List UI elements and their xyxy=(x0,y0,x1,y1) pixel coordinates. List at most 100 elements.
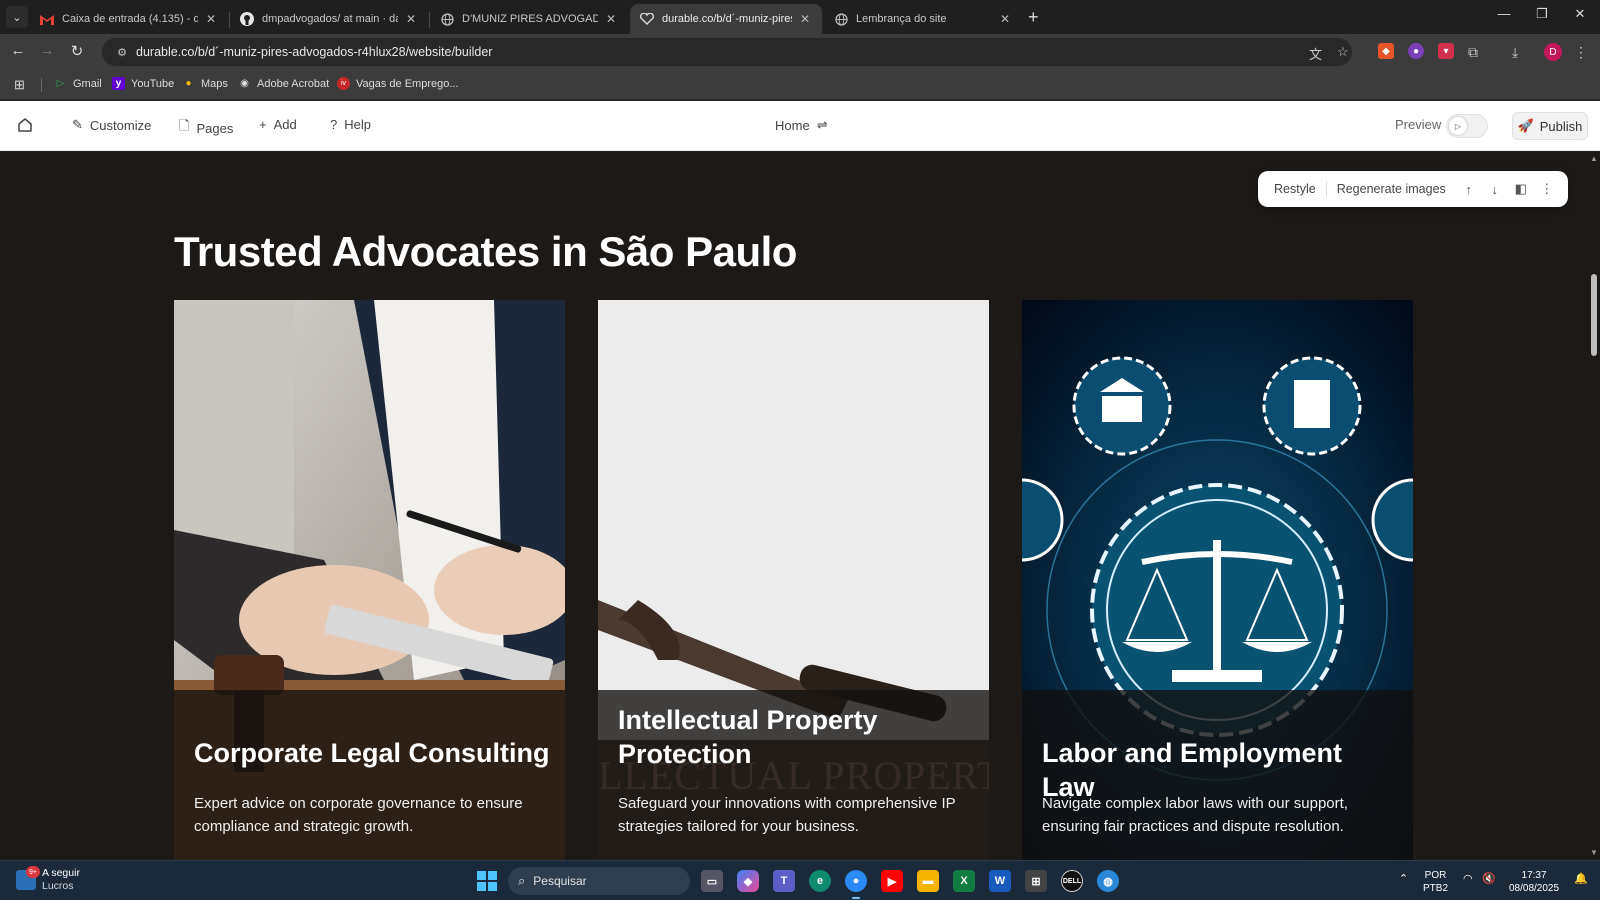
service-card[interactable]: Labor and Employment Law Navigate comple… xyxy=(1022,300,1413,860)
builder-toolbar: ✎ Customize 🗋 Pages + Add ? Help Home ⇌ … xyxy=(0,101,1600,151)
stock-chart-icon: 9+ xyxy=(16,866,40,890)
bookmark-acrobat[interactable]: ◉ Adobe Acrobat xyxy=(238,77,329,90)
service-card[interactable]: Corporate Legal Consulting Expert advice… xyxy=(174,300,565,860)
durable-icon xyxy=(640,12,654,26)
pencil-icon: ✎ xyxy=(72,117,83,132)
preview-toggle[interactable]: ▷ xyxy=(1446,114,1488,138)
back-arrow-icon[interactable]: ← xyxy=(8,42,28,59)
tab-search-icon[interactable]: ⌄ xyxy=(6,6,28,28)
layout-panel-icon[interactable]: ◧ xyxy=(1508,181,1534,197)
customize-button[interactable]: ✎ Customize xyxy=(72,117,151,133)
tab-github[interactable]: dmpadvogados/ at main · dann ✕ xyxy=(230,4,428,34)
wifi-icon[interactable]: ◠ xyxy=(1463,873,1473,886)
bookmark-youtube[interactable]: y YouTube xyxy=(112,77,174,90)
clock[interactable]: 17:37 08/08/2025 xyxy=(1509,869,1559,895)
regenerate-images-button[interactable]: Regenerate images xyxy=(1327,182,1456,196)
question-icon: ? xyxy=(330,117,338,132)
volume-muted-icon[interactable]: 🔇 xyxy=(1482,873,1496,886)
browser-globe-icon[interactable]: ◍ xyxy=(1097,870,1119,892)
tray-chevron-icon[interactable]: ⌃ xyxy=(1399,873,1408,886)
translate-icon[interactable]: 文 xyxy=(1309,44,1322,63)
pages-button[interactable]: 🗋 Pages xyxy=(179,117,233,139)
forward-arrow-icon[interactable]: → xyxy=(37,42,57,59)
excel-icon[interactable]: X xyxy=(953,870,975,892)
close-icon[interactable]: ✕ xyxy=(798,12,812,26)
language-code: POR xyxy=(1424,870,1447,881)
extension-fox-icon[interactable]: ◆ xyxy=(1378,43,1394,59)
language-indicator[interactable]: POR PTB2 xyxy=(1423,869,1448,895)
youtube-icon[interactable]: ▶ xyxy=(881,870,903,892)
bookmark-label: YouTube xyxy=(131,77,175,90)
extension-purple-icon[interactable]: ● xyxy=(1408,43,1424,59)
dell-icon[interactable]: DELL xyxy=(1061,870,1083,892)
customize-label: Customize xyxy=(89,117,152,133)
page-scrollbar[interactable]: ▲ ▼ xyxy=(1588,152,1600,860)
tab-title: Lembrança do site xyxy=(856,13,947,25)
bookmark-label: Adobe Acrobat xyxy=(257,77,330,90)
address-bar[interactable]: ⚙ durable.co/b/d´-muniz-pires-advogados-… xyxy=(102,38,1352,66)
website-canvas: Restyle Regenerate images ↑ ↓ ◧ ⋮ Truste… xyxy=(0,152,1588,860)
tab-dmuniz[interactable]: D'MUNIZ PIRES ADVOGADOS ✕ xyxy=(430,4,628,34)
bookmark-star-icon[interactable]: ☆ xyxy=(1337,44,1349,60)
help-button[interactable]: ? Help xyxy=(330,117,371,132)
window-close-icon[interactable]: ✕ xyxy=(1565,6,1595,22)
task-view-icon[interactable]: ▭ xyxy=(701,870,723,892)
maps-pin-icon: ● xyxy=(185,78,192,89)
close-icon[interactable]: ✕ xyxy=(604,12,618,26)
site-info-icon[interactable]: ⚙ xyxy=(108,46,136,59)
copilot-icon[interactable]: ◆ xyxy=(737,870,759,892)
menu-kebab-icon[interactable]: ⋮ xyxy=(1574,44,1588,61)
chrome-icon[interactable]: ● xyxy=(845,870,867,899)
sliders-icon: ⇌ xyxy=(816,117,828,132)
bookmark-label: Vagas de Emprego... xyxy=(356,77,459,90)
restyle-button[interactable]: Restyle xyxy=(1264,182,1326,196)
move-down-icon[interactable]: ↓ xyxy=(1482,182,1508,197)
new-tab-plus-icon[interactable]: + xyxy=(1028,7,1039,28)
store-icon[interactable]: ⊞ xyxy=(1025,870,1047,892)
bookmark-vagas[interactable]: iv Vagas de Emprego... xyxy=(337,77,459,90)
more-options-icon[interactable]: ⋮ xyxy=(1534,181,1560,197)
teams-icon[interactable]: T xyxy=(773,870,795,892)
edge-icon[interactable]: e xyxy=(809,870,831,892)
card-description: Expert advice on corporate governance to… xyxy=(194,795,523,835)
move-up-icon[interactable]: ↑ xyxy=(1456,182,1482,197)
word-icon[interactable]: W xyxy=(989,870,1011,892)
service-card[interactable]: LLECTUAL PROPERTY Intellectual Property … xyxy=(598,300,989,860)
gmail-icon: ▷ xyxy=(56,78,65,89)
file-explorer-icon[interactable]: ▬ xyxy=(917,870,939,892)
profile-avatar[interactable]: D xyxy=(1544,43,1562,61)
close-icon[interactable]: ✕ xyxy=(204,12,218,26)
close-icon[interactable]: ✕ xyxy=(998,12,1012,26)
extension-pocket-icon[interactable]: ▾ xyxy=(1438,43,1454,59)
card-title: Corporate Legal Consulting xyxy=(194,738,550,768)
bookmark-label: Maps xyxy=(201,77,228,90)
taskbar-search[interactable]: ⌕ Pesquisar xyxy=(508,867,690,895)
widgets-button[interactable]: 9+ A seguir Lucros xyxy=(16,866,80,893)
add-button[interactable]: + Add xyxy=(259,117,297,132)
home-icon[interactable] xyxy=(17,117,33,133)
minimize-icon[interactable]: — xyxy=(1489,6,1519,21)
section-toolbar: Restyle Regenerate images ↑ ↓ ◧ ⋮ xyxy=(1258,171,1568,207)
tab-gmail[interactable]: Caixa de entrada (4.135) - dann ✕ xyxy=(30,4,228,34)
card-title: Intellectual Property Protection xyxy=(618,705,878,769)
publish-button[interactable]: 🚀 Publish xyxy=(1512,112,1588,140)
tab-lembranca[interactable]: Lembrança do site ✕ xyxy=(824,4,1022,34)
bookmark-gmail[interactable]: ▷ Gmail xyxy=(54,77,102,90)
reload-icon[interactable]: ↻ xyxy=(67,42,87,60)
card-description: Safeguard your innovations with comprehe… xyxy=(618,795,956,835)
current-page-label: Home xyxy=(775,117,810,133)
close-icon[interactable]: ✕ xyxy=(404,12,418,26)
scrollbar-thumb[interactable] xyxy=(1591,274,1597,356)
browser-tab-strip: ⌄ Caixa de entrada (4.135) - dann ✕ dmpa… xyxy=(0,0,1600,34)
restore-icon[interactable]: ❐ xyxy=(1527,6,1557,22)
notifications-icon[interactable]: 🔔 xyxy=(1574,873,1588,886)
bookmark-maps[interactable]: ● Maps xyxy=(182,77,228,90)
extensions-puzzle-icon[interactable]: ⧉ xyxy=(1468,44,1478,61)
apps-grid-icon[interactable]: ⊞ xyxy=(14,77,25,93)
clock-time: 17:37 xyxy=(1521,870,1547,881)
page-selector[interactable]: Home ⇌ xyxy=(775,117,828,133)
windows-start-icon[interactable] xyxy=(477,871,497,891)
add-label: Add xyxy=(273,117,297,132)
tab-durable-active[interactable]: durable.co/b/d´-muniz-pires-ad ✕ xyxy=(630,4,822,34)
download-icon[interactable]: ⤓ xyxy=(1512,44,1518,61)
